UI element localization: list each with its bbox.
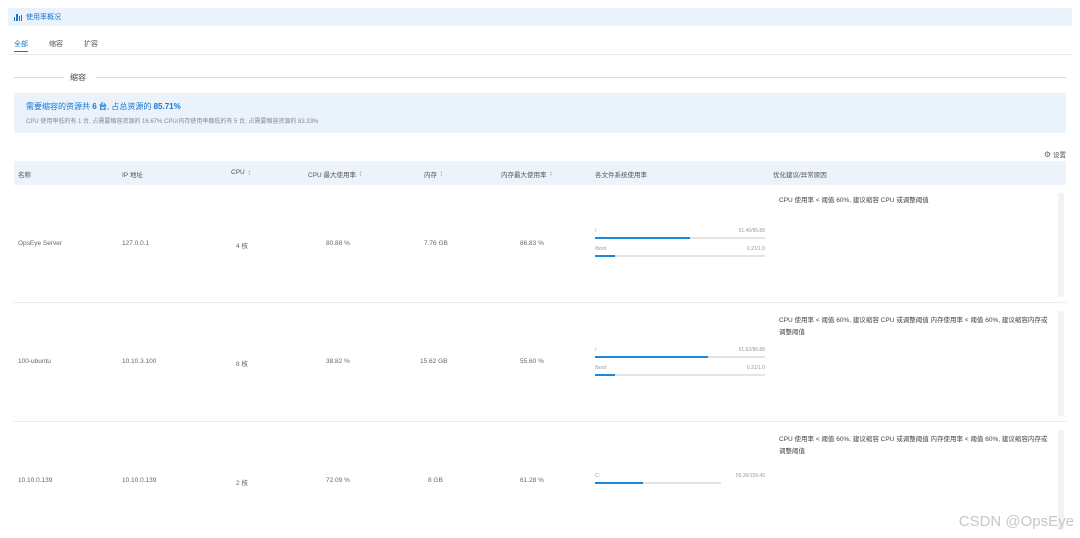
fs-progress-fill [595,255,615,257]
sort-icon[interactable]: ▲ ▼ [359,171,362,177]
fs-usage-list: C: 56.36/159.45 [595,473,765,491]
fs-item: C: 56.36/159.45 [595,473,765,491]
memory-size: 7.76 GB [424,240,448,247]
advice-scrollbar[interactable] [1058,193,1064,297]
fs-mount: / [595,228,597,234]
summary-prefix: 需要缩容的资源共 [26,102,90,111]
fs-progress-track [595,356,765,358]
fs-value: 61.52/96.88 [738,347,765,353]
fs-item: / 61.52/96.88 [595,347,765,365]
table-row: 10.10.0.139 10.10.0.139 2 核 72.09 % 8 GB… [14,422,1066,538]
fs-mount: /boot [595,246,607,252]
fs-progress-fill [595,356,708,358]
col-mem-max[interactable]: 内存最大使用率 ▲ ▼ [501,169,553,180]
host-ip: 10.10.0.139 [122,477,157,484]
advice-text: CPU 使用率 < 阈值 60%, 建议缩容 CPU 或调整阈值 [779,197,929,204]
col-ip-label: IP 地址 [122,172,143,179]
summary-percent: 85.71% [153,102,181,111]
memory-max-usage: 86.83 % [520,240,544,247]
fs-value: 51.46/96.88 [738,228,765,234]
tab-expand[interactable]: 扩容 [84,37,98,52]
summary-mid: , 占总资源的 [106,102,152,111]
summary-box: 需要缩容的资源共 6 台, 占总资源的 85.71% CPU 使用率低的有 1 … [14,93,1066,133]
fs-progress-track [595,482,721,484]
cpu-max-usage: 72.09 % [326,477,350,484]
fs-item: /boot 0.21/1.0 [595,365,765,383]
host-name: OpsEye Server [18,240,63,247]
fs-progress-fill [595,482,643,484]
summary-main: 需要缩容的资源共 6 台, 占总资源的 85.71% [26,101,181,112]
memory-size: 15.62 GB [420,358,448,365]
fs-progress-fill [595,237,690,239]
fs-usage-list: / 61.52/96.88 /boot 0.21/1.0 [595,347,765,383]
col-cpu-max[interactable]: CPU 最大使用率 ▲ ▼ [308,169,362,180]
panel-title: 使用率概况 [26,14,61,21]
host-ip: 127.0.0.1 [122,240,150,247]
fs-item: / 51.46/96.88 [595,228,765,246]
memory-max-usage: 61.28 % [520,477,544,484]
section-divider-right [96,77,1066,78]
col-mem-max-label: 内存最大使用率 [501,172,547,179]
tab-shrink[interactable]: 缩容 [49,37,63,52]
host-name: 100-ubuntu [18,358,51,365]
settings-label: 设置 [1053,152,1066,159]
col-mem-label: 内存 [424,172,437,179]
col-cpu-max-label: CPU 最大使用率 [308,172,357,179]
panel-header: 使用率概况 [8,8,1072,26]
cpu-cores: 2 核 [236,480,248,487]
cpu-cores: 4 核 [236,243,248,250]
sort-icon[interactable]: ▲ ▼ [248,169,251,176]
table-header: 名称 IP 地址 CPU ▲ ▼ CPU 最大使用率 ▲ ▼ 内存 ▲ ▼ 内存最大使用率 ▲… [14,161,1066,185]
cpu-cores: 8 核 [236,361,248,368]
tabs-divider [8,54,1072,55]
bar-chart-icon [14,13,22,21]
fs-usage-list: / 51.46/96.88 /boot 0.21/1.0 [595,228,765,264]
host-ip: 10.10.3.100 [122,358,157,365]
table-row: 100-ubuntu 10.10.3.100 8 核 38.82 % 15.62… [14,303,1066,422]
col-fs-label: 各文件系统使用率 [595,172,647,179]
fs-mount: /boot [595,365,607,371]
settings-button[interactable]: ⚙ 设置 [1043,149,1066,160]
col-advice: 优化建议/异常原因 [773,169,827,179]
fs-value: 0.21/1.0 [746,365,765,371]
section-divider-left [14,77,64,78]
col-mem[interactable]: 内存 ▲ ▼ [424,169,443,180]
advice-text: CPU 使用率 < 阈值 60%, 建议缩容 CPU 或调整阈值 内存使用率 <… [779,317,1048,336]
fs-mount: / [595,347,597,353]
advice-text: CPU 使用率 < 阈值 60%, 建议缩容 CPU 或调整阈值 内存使用率 <… [779,436,1048,455]
col-advice-label: 优化建议/异常原因 [773,172,827,179]
advice-scrollbar[interactable] [1058,311,1064,416]
summary-detail: CPU 使用率低的有 1 台, 占需要缩容资源的 16.67% CPU/内存使用… [26,119,319,125]
memory-size: 8 GB [428,477,443,484]
tab-bar: 全部 缩容 扩容 [14,37,119,52]
host-name: 10.10.0.139 [18,477,53,484]
col-cpu-label: CPU [231,169,245,176]
sort-icon[interactable]: ▲ ▼ [550,171,553,177]
fs-progress-track [595,374,765,376]
fs-mount: C: [595,473,600,479]
col-name-label: 名称 [18,172,31,179]
fs-progress-track [595,255,765,257]
memory-max-usage: 55.60 % [520,358,544,365]
fs-value: 0.21/1.0 [746,246,765,252]
table-row: OpsEye Server 127.0.0.1 4 核 80.88 % 7.76… [14,185,1066,303]
col-cpu[interactable]: CPU ▲ ▼ [231,169,251,176]
sort-icon[interactable]: ▲ ▼ [440,171,443,177]
cpu-max-usage: 38.82 % [326,358,350,365]
fs-progress-track [595,237,765,239]
col-name: 名称 [18,169,31,179]
fs-item: /boot 0.21/1.0 [595,246,765,264]
col-fs: 各文件系统使用率 [595,169,647,179]
watermark: CSDN @OpsEye [958,513,1074,530]
fs-progress-fill [595,374,615,376]
gear-icon: ⚙ [1043,149,1051,159]
section-title: 缩容 [70,73,86,82]
col-ip: IP 地址 [122,169,143,179]
fs-value: 56.36/159.45 [735,473,765,479]
summary-count: 6 台 [92,102,107,111]
cpu-max-usage: 80.88 % [326,240,350,247]
tab-all[interactable]: 全部 [14,37,28,52]
